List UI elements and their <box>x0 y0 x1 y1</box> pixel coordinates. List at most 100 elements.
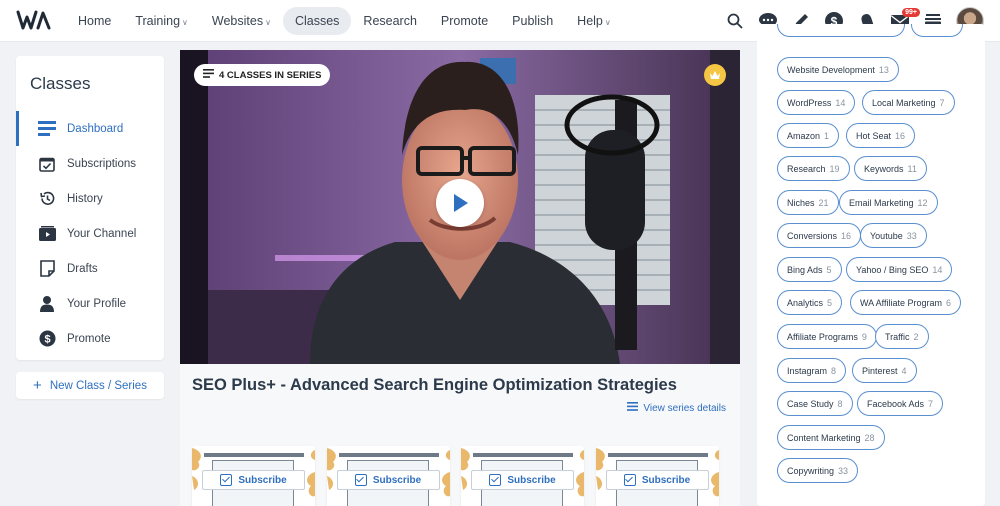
series-card[interactable]: Subscribe <box>595 446 719 506</box>
tag-count: 19 <box>829 163 840 174</box>
tag-chip-conversions[interactable]: Conversions 16 <box>777 223 862 248</box>
series-card[interactable]: Subscribe <box>461 446 584 506</box>
tag-chip-research[interactable]: Research 19 <box>777 156 850 181</box>
series-chip-label: 4 CLASSES IN SERIES <box>219 69 322 81</box>
tag-count: 9 <box>861 331 867 342</box>
tag-chip-analytics[interactable]: Analytics 5 <box>777 290 843 315</box>
subscribe-button[interactable]: Subscribe <box>336 470 440 490</box>
subscribe-label: Subscribe <box>641 474 691 486</box>
tag-chip-website-development[interactable]: Website Development 13 <box>777 57 899 82</box>
sidebar-item-dashboard[interactable]: Dashboard <box>16 111 164 146</box>
tag-chip-traffic[interactable]: Traffic 2 <box>875 324 929 349</box>
nav-item-training[interactable]: Training ∨ <box>123 7 200 35</box>
tag-chip-wa-affiliate-program[interactable]: WA Affiliate Program 6 <box>850 290 962 315</box>
nav-item-label: Help <box>577 14 603 28</box>
sidebar-title: Classes <box>30 74 91 93</box>
tag-label: Bing Ads <box>787 264 823 275</box>
main-content: 4 CLASSES IN SERIES SEO Plus+ - Advanced… <box>180 50 740 506</box>
tag-chip-content-marketing[interactable]: Content Marketing 28 <box>777 425 885 450</box>
video-player[interactable]: 4 CLASSES IN SERIES <box>180 50 740 364</box>
sidebar-item-drafts[interactable]: Drafts <box>16 251 164 286</box>
tag-chip-wordpress[interactable]: WordPress 14 <box>777 90 856 115</box>
new-class-button[interactable]: + New Class / Series <box>16 372 164 399</box>
subscribe-label: Subscribe <box>507 474 556 486</box>
tag-label: Case Study <box>787 398 834 409</box>
nav-item-research[interactable]: Research <box>351 7 429 35</box>
tag-chip-facebook-ads[interactable]: Facebook Ads 7 <box>857 391 944 416</box>
card-bar <box>204 453 304 457</box>
series-chip[interactable]: 4 CLASSES IN SERIES <box>194 64 331 86</box>
drafts-icon <box>38 260 56 278</box>
sidebar-item-your-channel[interactable]: Your Channel <box>16 216 164 251</box>
nav-item-classes[interactable]: Classes <box>282 7 352 35</box>
svg-text:$: $ <box>44 334 50 346</box>
tag-chip-partial[interactable] <box>911 24 963 37</box>
play-icon <box>454 194 468 212</box>
tag-label: Local Marketing <box>872 97 936 108</box>
list-icon <box>203 69 214 81</box>
tag-chip-email-marketing[interactable]: Email Marketing 12 <box>839 190 938 215</box>
calendar-check-icon <box>489 474 502 486</box>
tag-count: 16 <box>895 130 906 141</box>
sidebar-item-label: History <box>67 192 103 205</box>
tag-chip-affiliate-programs[interactable]: Affiliate Programs 9 <box>777 324 877 349</box>
tag-chip-bing-ads[interactable]: Bing Ads 5 <box>777 257 842 282</box>
tag-chip-local-marketing[interactable]: Local Marketing 7 <box>862 90 955 115</box>
tag-chip-youtube[interactable]: Youtube 33 <box>860 223 927 248</box>
tag-label: Affiliate Programs <box>787 331 858 342</box>
tag-count: 16 <box>841 230 852 241</box>
tag-count: 5 <box>827 297 833 308</box>
view-series-details-link[interactable]: View series details <box>627 402 726 414</box>
card-bar <box>473 453 573 457</box>
tag-count: 8 <box>837 398 843 409</box>
tag-label: Niches <box>787 197 815 208</box>
tag-count: 7 <box>928 398 934 409</box>
play-button[interactable] <box>436 179 484 227</box>
tag-label: Traffic <box>885 331 910 342</box>
tag-chip-niches[interactable]: Niches 21 <box>777 190 839 215</box>
sidebar-item-your-profile[interactable]: Your Profile <box>16 286 164 321</box>
tag-chip-case-study[interactable]: Case Study 8 <box>777 391 853 416</box>
tag-count: 12 <box>917 197 928 208</box>
series-card[interactable]: Subscribe <box>326 446 450 506</box>
tag-count: 14 <box>835 97 846 108</box>
subscribe-button[interactable]: Subscribe <box>202 470 305 490</box>
tag-label: Hot Seat <box>856 130 892 141</box>
nav-item-label: Research <box>363 14 417 28</box>
card-bar <box>338 453 439 457</box>
sidebar-item-subscriptions[interactable]: Subscriptions <box>16 146 164 181</box>
chevron-down-icon: ∨ <box>265 18 271 27</box>
subscribe-button[interactable]: Subscribe <box>471 470 574 490</box>
nav-item-help[interactable]: Help ∨ <box>565 7 623 35</box>
search-icon[interactable] <box>720 6 750 36</box>
sidebar-item-label: Your Channel <box>67 227 137 240</box>
nav-item-websites[interactable]: Websites ∨ <box>200 7 283 35</box>
tag-chip-instagram[interactable]: Instagram 8 <box>777 358 847 383</box>
tag-chip-pinterest[interactable]: Pinterest 4 <box>852 358 917 383</box>
sidebar-item-history[interactable]: History <box>16 181 164 216</box>
tag-count: 28 <box>864 432 875 443</box>
tag-count: 5 <box>826 264 832 275</box>
series-card[interactable]: Subscribe <box>192 446 315 506</box>
sidebar-item-label: Promote <box>67 332 111 345</box>
sidebar-item-promote[interactable]: $ Promote <box>16 321 164 356</box>
crown-icon <box>704 64 726 86</box>
subscribe-label: Subscribe <box>238 474 287 486</box>
tag-chip-keywords[interactable]: Keywords 11 <box>854 156 927 181</box>
tag-chip-partial[interactable] <box>777 24 905 37</box>
main-menu: Home Training ∨ Websites ∨ Classes Research Pro… <box>66 7 623 35</box>
tag-label: Youtube <box>870 230 903 241</box>
subscribe-button[interactable]: Subscribe <box>605 470 709 490</box>
tag-chip-yahoo-bing-seo[interactable]: Yahoo / Bing SEO 14 <box>846 257 953 282</box>
tag-count: 2 <box>913 331 919 342</box>
nav-item-publish[interactable]: Publish <box>500 7 565 35</box>
nav-item-home[interactable]: Home <box>66 7 123 35</box>
wealthy-affiliate-logo[interactable] <box>16 9 52 31</box>
tag-label: Pinterest <box>862 365 898 376</box>
classes-sidebar: Classes Dashboard Subscriptions History You… <box>16 56 164 360</box>
tag-chip-hot-seat[interactable]: Hot Seat 16 <box>846 123 916 148</box>
tag-chip-copywriting[interactable]: Copywriting 33 <box>777 458 859 483</box>
tag-chip-amazon[interactable]: Amazon 1 <box>777 123 840 148</box>
nav-item-promote[interactable]: Promote <box>429 7 500 35</box>
tag-count: 4 <box>901 365 907 376</box>
